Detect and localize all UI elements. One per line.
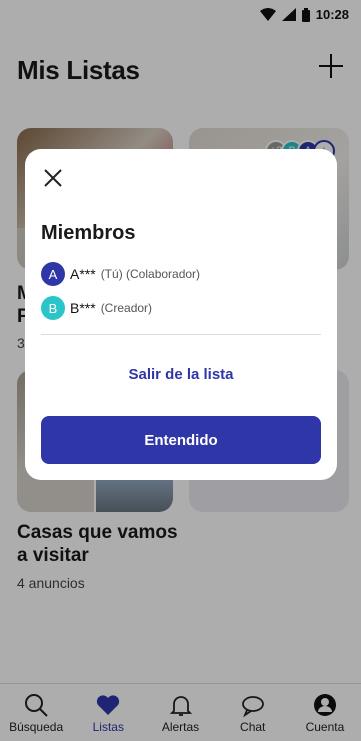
member-name: B***	[70, 300, 96, 316]
leave-list-button[interactable]: Salir de la lista	[25, 366, 337, 383]
avatar: B	[41, 296, 65, 320]
avatar: A	[41, 262, 65, 286]
member-role: (Creador)	[100, 301, 153, 315]
divider	[41, 334, 321, 335]
member-row: B B*** (Creador)	[41, 296, 152, 320]
members-modal: Miembros A A*** (Tú) (Colaborador) B B**…	[25, 149, 337, 480]
close-icon[interactable]	[41, 166, 65, 190]
member-role: (Tú) (Colaborador)	[100, 267, 201, 281]
member-row: A A*** (Tú) (Colaborador)	[41, 262, 200, 286]
member-name: A***	[70, 266, 96, 282]
confirm-button[interactable]: Entendido	[41, 416, 321, 464]
modal-title: Miembros	[41, 222, 136, 244]
